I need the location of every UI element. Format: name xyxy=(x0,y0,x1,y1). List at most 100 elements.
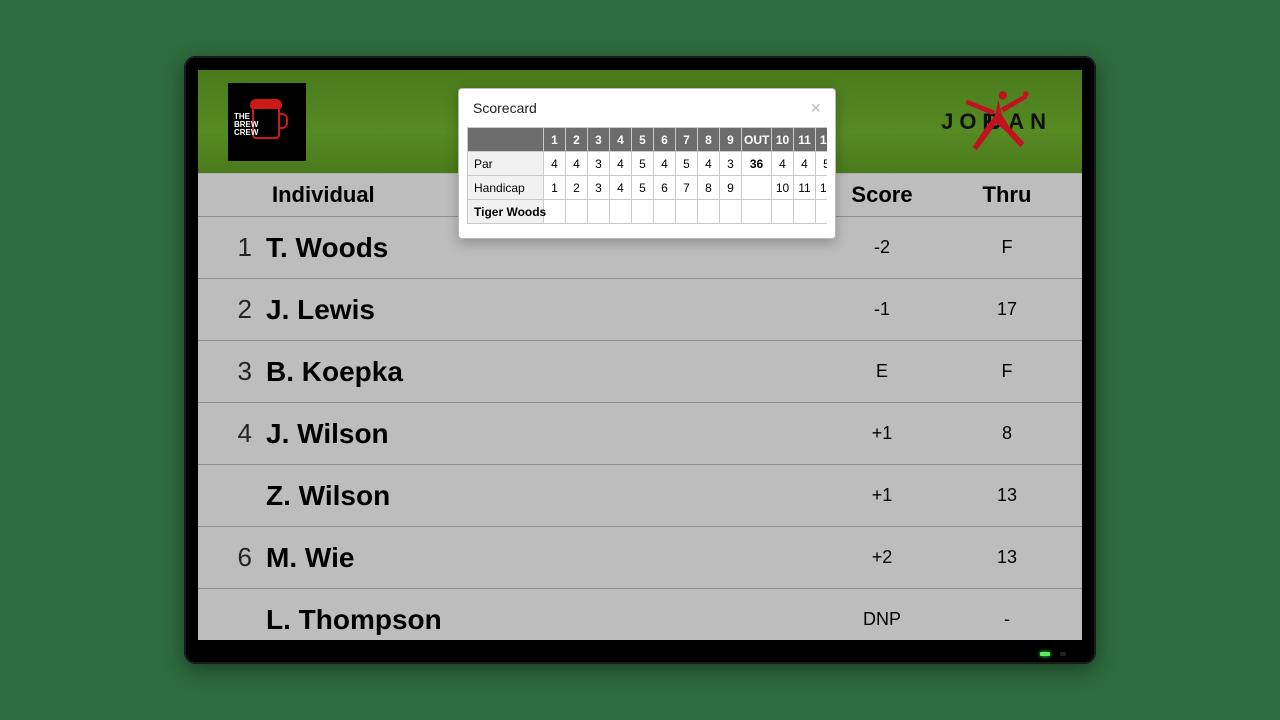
tv-power-led xyxy=(1040,652,1050,656)
player-name: L. Thompson xyxy=(266,604,812,636)
position: 6 xyxy=(206,542,266,573)
leaderboard-row[interactable]: 4J. Wilson+18 xyxy=(198,402,1082,464)
scorecard-scroll[interactable]: 123456789OUT101112 Par44345454336445 Han… xyxy=(467,127,827,224)
par-cell: 4 xyxy=(794,152,816,176)
position: 2 xyxy=(206,294,266,325)
handicap-cell: 5 xyxy=(632,176,654,200)
scorecard-body: 123456789OUT101112 Par44345454336445 Han… xyxy=(459,127,835,238)
thru: - xyxy=(952,609,1062,630)
par-cell: 4 xyxy=(654,152,676,176)
par-cell: 4 xyxy=(698,152,720,176)
hole-header: 12 xyxy=(816,128,828,152)
hole-header: 8 xyxy=(698,128,720,152)
position: 1 xyxy=(206,232,266,263)
scorecard-holes-row: 123456789OUT101112 xyxy=(468,128,828,152)
player-name: J. Wilson xyxy=(266,418,812,450)
hole-header: 1 xyxy=(544,128,566,152)
par-cell: 36 xyxy=(742,152,772,176)
leaderboard-row[interactable]: L. ThompsonDNP- xyxy=(198,588,1082,640)
scorecard-modal: Scorecard × 123456789OUT101112 Par443454… xyxy=(458,88,836,239)
hole-header: 3 xyxy=(588,128,610,152)
handicap-cell: 6 xyxy=(654,176,676,200)
hole-header: 10 xyxy=(772,128,794,152)
handicap-cell: 8 xyxy=(698,176,720,200)
thru: 13 xyxy=(952,547,1062,568)
handicap-cell: 7 xyxy=(676,176,698,200)
col-thru: Thru xyxy=(952,182,1062,208)
position: 3 xyxy=(206,356,266,387)
par-cell: 3 xyxy=(720,152,742,176)
scorecard-par-row: Par44345454336445 xyxy=(468,152,828,176)
hole-header: 2 xyxy=(566,128,588,152)
sponsor-logo-right: JOR DAN JORDAN xyxy=(941,87,1052,157)
score: +1 xyxy=(812,423,952,444)
hole-header: 9 xyxy=(720,128,742,152)
score: +2 xyxy=(812,547,952,568)
position: 4 xyxy=(206,418,266,449)
tv-frame: THE BREW CREW JOR DAN JORDAN xyxy=(184,56,1096,664)
leaderboard-row[interactable]: 3B. KoepkaEF xyxy=(198,340,1082,402)
player-cell[interactable] xyxy=(772,200,794,224)
par-cell: 4 xyxy=(544,152,566,176)
scorecard-table: 123456789OUT101112 Par44345454336445 Han… xyxy=(467,127,827,224)
thru: F xyxy=(952,361,1062,382)
scorecard-player-row: Tiger Woods xyxy=(468,200,828,224)
par-cell: 5 xyxy=(676,152,698,176)
player-cell[interactable] xyxy=(588,200,610,224)
par-cell: 5 xyxy=(632,152,654,176)
player-cell[interactable] xyxy=(816,200,828,224)
leaderboard-rows: 1T. Woods-2F2J. Lewis-1173B. KoepkaEF4J.… xyxy=(198,216,1082,640)
screen: THE BREW CREW JOR DAN JORDAN xyxy=(198,70,1082,640)
handicap-cell xyxy=(742,176,772,200)
thru: 17 xyxy=(952,299,1062,320)
sponsor-logo-left: THE BREW CREW xyxy=(228,83,306,161)
handicap-cell: 10 xyxy=(772,176,794,200)
par-cell: 4 xyxy=(610,152,632,176)
leaderboard-row[interactable]: 6M. Wie+213 xyxy=(198,526,1082,588)
player-name: M. Wie xyxy=(266,542,812,574)
handicap-cell: 4 xyxy=(610,176,632,200)
player-name: Z. Wilson xyxy=(266,480,812,512)
player-name: B. Koepka xyxy=(266,356,812,388)
sponsor-logo-left-text: THE BREW CREW xyxy=(234,113,258,137)
par-label: Par xyxy=(468,152,544,176)
hole-header: OUT xyxy=(742,128,772,152)
tv-ir-sensor xyxy=(1060,652,1066,656)
player-cell[interactable] xyxy=(544,200,566,224)
player-cell[interactable] xyxy=(632,200,654,224)
hole-header: 11 xyxy=(794,128,816,152)
thru: F xyxy=(952,237,1062,258)
scorecard-handicap-row: Handicap123456789101112 xyxy=(468,176,828,200)
player-name: J. Lewis xyxy=(266,294,812,326)
score: -2 xyxy=(812,237,952,258)
hole-header: 6 xyxy=(654,128,676,152)
handicap-cell: 9 xyxy=(720,176,742,200)
score: -1 xyxy=(812,299,952,320)
player-cell[interactable] xyxy=(698,200,720,224)
par-cell: 3 xyxy=(588,152,610,176)
handicap-cell: 2 xyxy=(566,176,588,200)
jumpman-icon xyxy=(960,87,1030,157)
par-cell: 5 xyxy=(816,152,828,176)
scorecard-title: Scorecard xyxy=(473,100,537,116)
thru: 13 xyxy=(952,485,1062,506)
leaderboard-row[interactable]: Z. Wilson+113 xyxy=(198,464,1082,526)
player-cell[interactable] xyxy=(742,200,772,224)
handicap-cell: 3 xyxy=(588,176,610,200)
score: +1 xyxy=(812,485,952,506)
leaderboard-row[interactable]: 2J. Lewis-117 xyxy=(198,278,1082,340)
player-cell[interactable] xyxy=(720,200,742,224)
hole-header: 4 xyxy=(610,128,632,152)
score: DNP xyxy=(812,609,952,630)
thru: 8 xyxy=(952,423,1062,444)
player-label: Tiger Woods xyxy=(468,200,544,224)
hole-header: 5 xyxy=(632,128,654,152)
score: E xyxy=(812,361,952,382)
player-cell[interactable] xyxy=(610,200,632,224)
player-cell[interactable] xyxy=(654,200,676,224)
handicap-cell: 12 xyxy=(816,176,828,200)
close-icon[interactable]: × xyxy=(810,99,821,117)
player-cell[interactable] xyxy=(566,200,588,224)
player-cell[interactable] xyxy=(676,200,698,224)
player-cell[interactable] xyxy=(794,200,816,224)
